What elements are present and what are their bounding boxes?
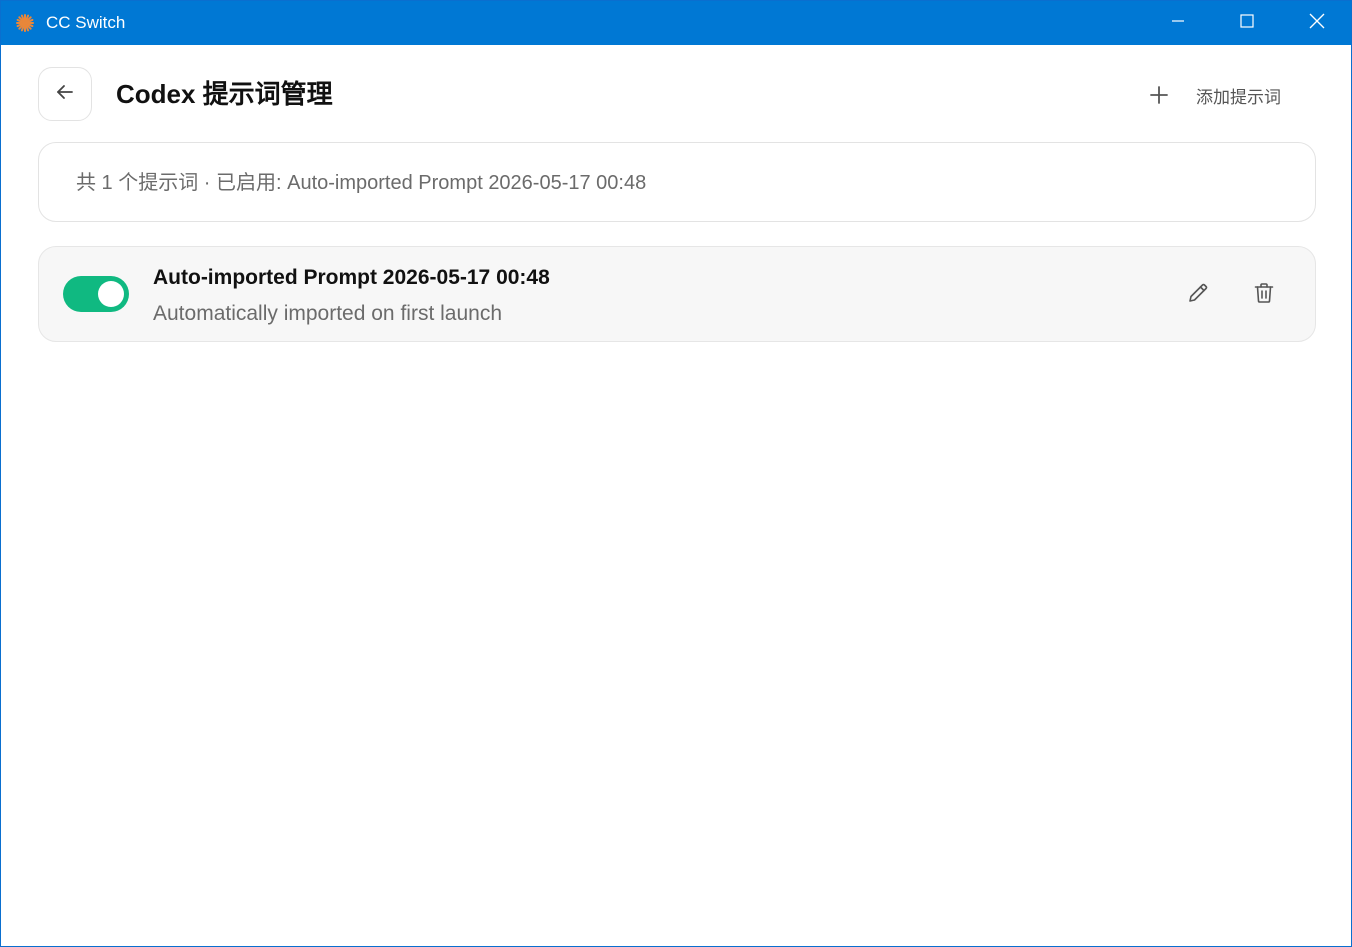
page-title: Codex 提示词管理 [116,79,333,109]
maximize-button[interactable] [1212,1,1282,45]
prompt-description: Automatically imported on first launch [153,302,502,325]
main-content: Codex 提示词管理 添加提示词 共 1 个提示词 · 已启用: Auto-i… [1,45,1351,946]
toggle-knob [98,281,124,307]
summary-panel: 共 1 个提示词 · 已启用: Auto-imported Prompt 202… [38,142,1316,222]
edit-prompt-button[interactable] [1178,275,1218,315]
prompt-title: Auto-imported Prompt 2026-05-17 00:48 [153,266,550,289]
close-button[interactable] [1282,1,1352,45]
add-prompt-button[interactable]: 添加提示词 [1141,75,1301,115]
delete-prompt-button[interactable] [1244,275,1284,315]
minimize-button[interactable] [1143,1,1213,45]
plus-icon [1141,75,1177,115]
arrow-left-icon [54,81,76,108]
maximize-icon [1239,13,1255,34]
window-title: CC Switch [46,13,126,32]
app-window: CC Switch Codex 提示词管理 添加提示词 共 1 个提示词 · 已… [0,0,1352,947]
minimize-icon [1170,13,1186,34]
trash-icon [1252,281,1276,310]
app-logo-icon [15,13,35,33]
pencil-icon [1186,281,1210,310]
summary-text: 共 1 个提示词 · 已启用: Auto-imported Prompt 202… [76,172,647,194]
title-bar: CC Switch [1,1,1351,45]
prompt-card: Auto-imported Prompt 2026-05-17 00:48 Au… [38,246,1316,342]
back-button[interactable] [38,67,92,121]
prompt-enabled-toggle[interactable] [63,276,129,312]
close-icon [1308,12,1326,35]
add-prompt-label: 添加提示词 [1196,87,1281,107]
